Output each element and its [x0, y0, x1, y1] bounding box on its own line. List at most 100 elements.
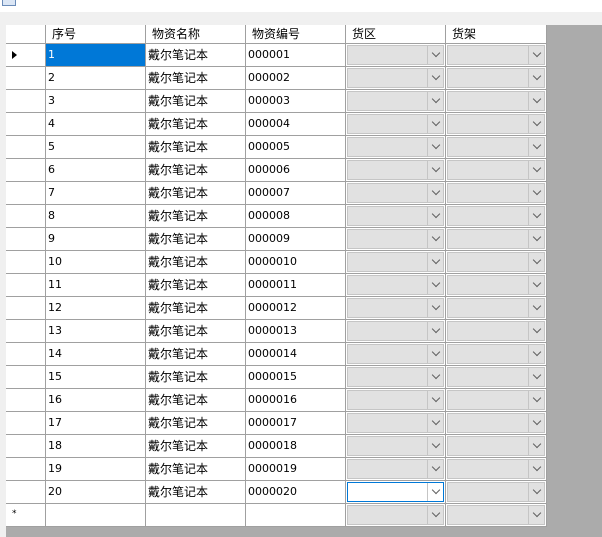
column-header-material-name[interactable]: 物资名称 [146, 25, 246, 44]
dropdown-button[interactable] [528, 391, 544, 409]
data-grid[interactable]: 序号 物资名称 物资编号 货区 货架 1 戴尔笔记本 000001 2 戴尔笔记本 000… [6, 25, 602, 537]
dropdown-button[interactable] [528, 437, 544, 455]
cell-zone[interactable] [346, 504, 446, 527]
cell-zone[interactable] [346, 458, 446, 481]
cell-material-name[interactable]: 戴尔笔记本 [146, 458, 246, 481]
header-corner[interactable] [6, 25, 46, 44]
cell-material-code[interactable]: 0000018 [246, 435, 346, 458]
table-row[interactable]: 18 戴尔笔记本 0000018 [6, 435, 547, 458]
dropdown-button[interactable] [427, 506, 443, 524]
cell-shelf[interactable] [446, 67, 547, 90]
cell-zone[interactable] [346, 205, 446, 228]
row-header[interactable] [6, 343, 46, 366]
combo-box[interactable] [347, 114, 444, 134]
dropdown-button[interactable] [528, 138, 544, 156]
dropdown-button[interactable] [427, 460, 443, 478]
cell-shelf[interactable] [446, 320, 547, 343]
dropdown-button[interactable] [427, 345, 443, 363]
table-row[interactable]: 1 戴尔笔记本 000001 [6, 44, 547, 67]
row-header[interactable] [6, 297, 46, 320]
cell-zone[interactable] [346, 435, 446, 458]
cell-material-name[interactable]: 戴尔笔记本 [146, 274, 246, 297]
dropdown-button[interactable] [427, 207, 443, 225]
combo-box[interactable] [447, 298, 545, 318]
cell-material-name[interactable]: 戴尔笔记本 [146, 297, 246, 320]
cell-number[interactable]: 2 [46, 67, 146, 90]
cell-number[interactable]: 16 [46, 389, 146, 412]
cell-material-name[interactable]: 戴尔笔记本 [146, 67, 246, 90]
combo-box[interactable] [447, 344, 545, 364]
row-header[interactable] [6, 251, 46, 274]
combo-box[interactable] [447, 505, 545, 525]
combo-box[interactable] [347, 505, 444, 525]
cell-zone[interactable] [346, 67, 446, 90]
cell-number[interactable]: 4 [46, 113, 146, 136]
column-header-shelf[interactable]: 货架 [446, 25, 547, 44]
combo-box[interactable] [447, 436, 545, 456]
cell-material-name[interactable]: 戴尔笔记本 [146, 44, 246, 67]
table-row[interactable]: 8 戴尔笔记本 000008 [6, 205, 547, 228]
dropdown-button[interactable] [528, 69, 544, 87]
cell-material-code[interactable]: 000001 [246, 44, 346, 67]
combo-box[interactable] [347, 459, 444, 479]
cell-shelf[interactable] [446, 205, 547, 228]
cell-number[interactable]: 10 [46, 251, 146, 274]
dropdown-button[interactable] [427, 368, 443, 386]
dropdown-button[interactable] [528, 368, 544, 386]
combo-box[interactable] [347, 321, 444, 341]
cell-material-code[interactable]: 0000019 [246, 458, 346, 481]
combo-box[interactable] [347, 68, 444, 88]
dropdown-button[interactable] [528, 299, 544, 317]
cell-number[interactable]: 15 [46, 366, 146, 389]
cell-material-code[interactable]: 0000017 [246, 412, 346, 435]
cell-number[interactable]: 5 [46, 136, 146, 159]
dropdown-button[interactable] [528, 161, 544, 179]
row-header[interactable] [6, 205, 46, 228]
cell-zone[interactable] [346, 389, 446, 412]
dropdown-button[interactable] [528, 184, 544, 202]
row-header[interactable] [6, 90, 46, 113]
cell-shelf[interactable] [446, 389, 547, 412]
cell-material-code[interactable] [246, 504, 346, 527]
table-row[interactable]: 12 戴尔笔记本 0000012 [6, 297, 547, 320]
combo-box[interactable] [447, 114, 545, 134]
cell-shelf[interactable] [446, 297, 547, 320]
cell-material-code[interactable]: 0000010 [246, 251, 346, 274]
dropdown-button[interactable] [528, 230, 544, 248]
cell-zone[interactable] [346, 343, 446, 366]
cell-zone[interactable] [346, 182, 446, 205]
combo-box[interactable] [347, 91, 444, 111]
cell-zone[interactable] [346, 228, 446, 251]
cell-material-code[interactable]: 0000016 [246, 389, 346, 412]
cell-zone[interactable] [346, 366, 446, 389]
cell-material-code[interactable]: 000003 [246, 90, 346, 113]
table-row[interactable]: 13 戴尔笔记本 0000013 [6, 320, 547, 343]
cell-shelf[interactable] [446, 412, 547, 435]
cell-zone[interactable] [346, 44, 446, 67]
dropdown-button[interactable] [427, 161, 443, 179]
dropdown-button[interactable] [427, 46, 443, 64]
table-row[interactable]: 17 戴尔笔记本 0000017 [6, 412, 547, 435]
dropdown-button[interactable] [427, 138, 443, 156]
cell-material-name[interactable]: 戴尔笔记本 [146, 251, 246, 274]
row-header[interactable] [6, 320, 46, 343]
cell-shelf[interactable] [446, 458, 547, 481]
dropdown-button[interactable] [528, 92, 544, 110]
cell-number[interactable]: 13 [46, 320, 146, 343]
cell-material-code[interactable]: 0000020 [246, 481, 346, 504]
dropdown-button[interactable] [528, 253, 544, 271]
combo-box[interactable] [447, 229, 545, 249]
combo-box[interactable] [347, 183, 444, 203]
table-row[interactable]: 2 戴尔笔记本 000002 [6, 67, 547, 90]
dropdown-button[interactable] [528, 414, 544, 432]
cell-material-code[interactable]: 0000014 [246, 343, 346, 366]
cell-number[interactable] [46, 504, 146, 527]
combo-box[interactable] [447, 183, 545, 203]
combo-box[interactable] [447, 252, 545, 272]
cell-material-name[interactable]: 戴尔笔记本 [146, 366, 246, 389]
cell-zone[interactable] [346, 320, 446, 343]
cell-material-name[interactable]: 戴尔笔记本 [146, 136, 246, 159]
dropdown-button[interactable] [427, 437, 443, 455]
cell-number[interactable]: 14 [46, 343, 146, 366]
cell-material-code[interactable]: 000002 [246, 67, 346, 90]
